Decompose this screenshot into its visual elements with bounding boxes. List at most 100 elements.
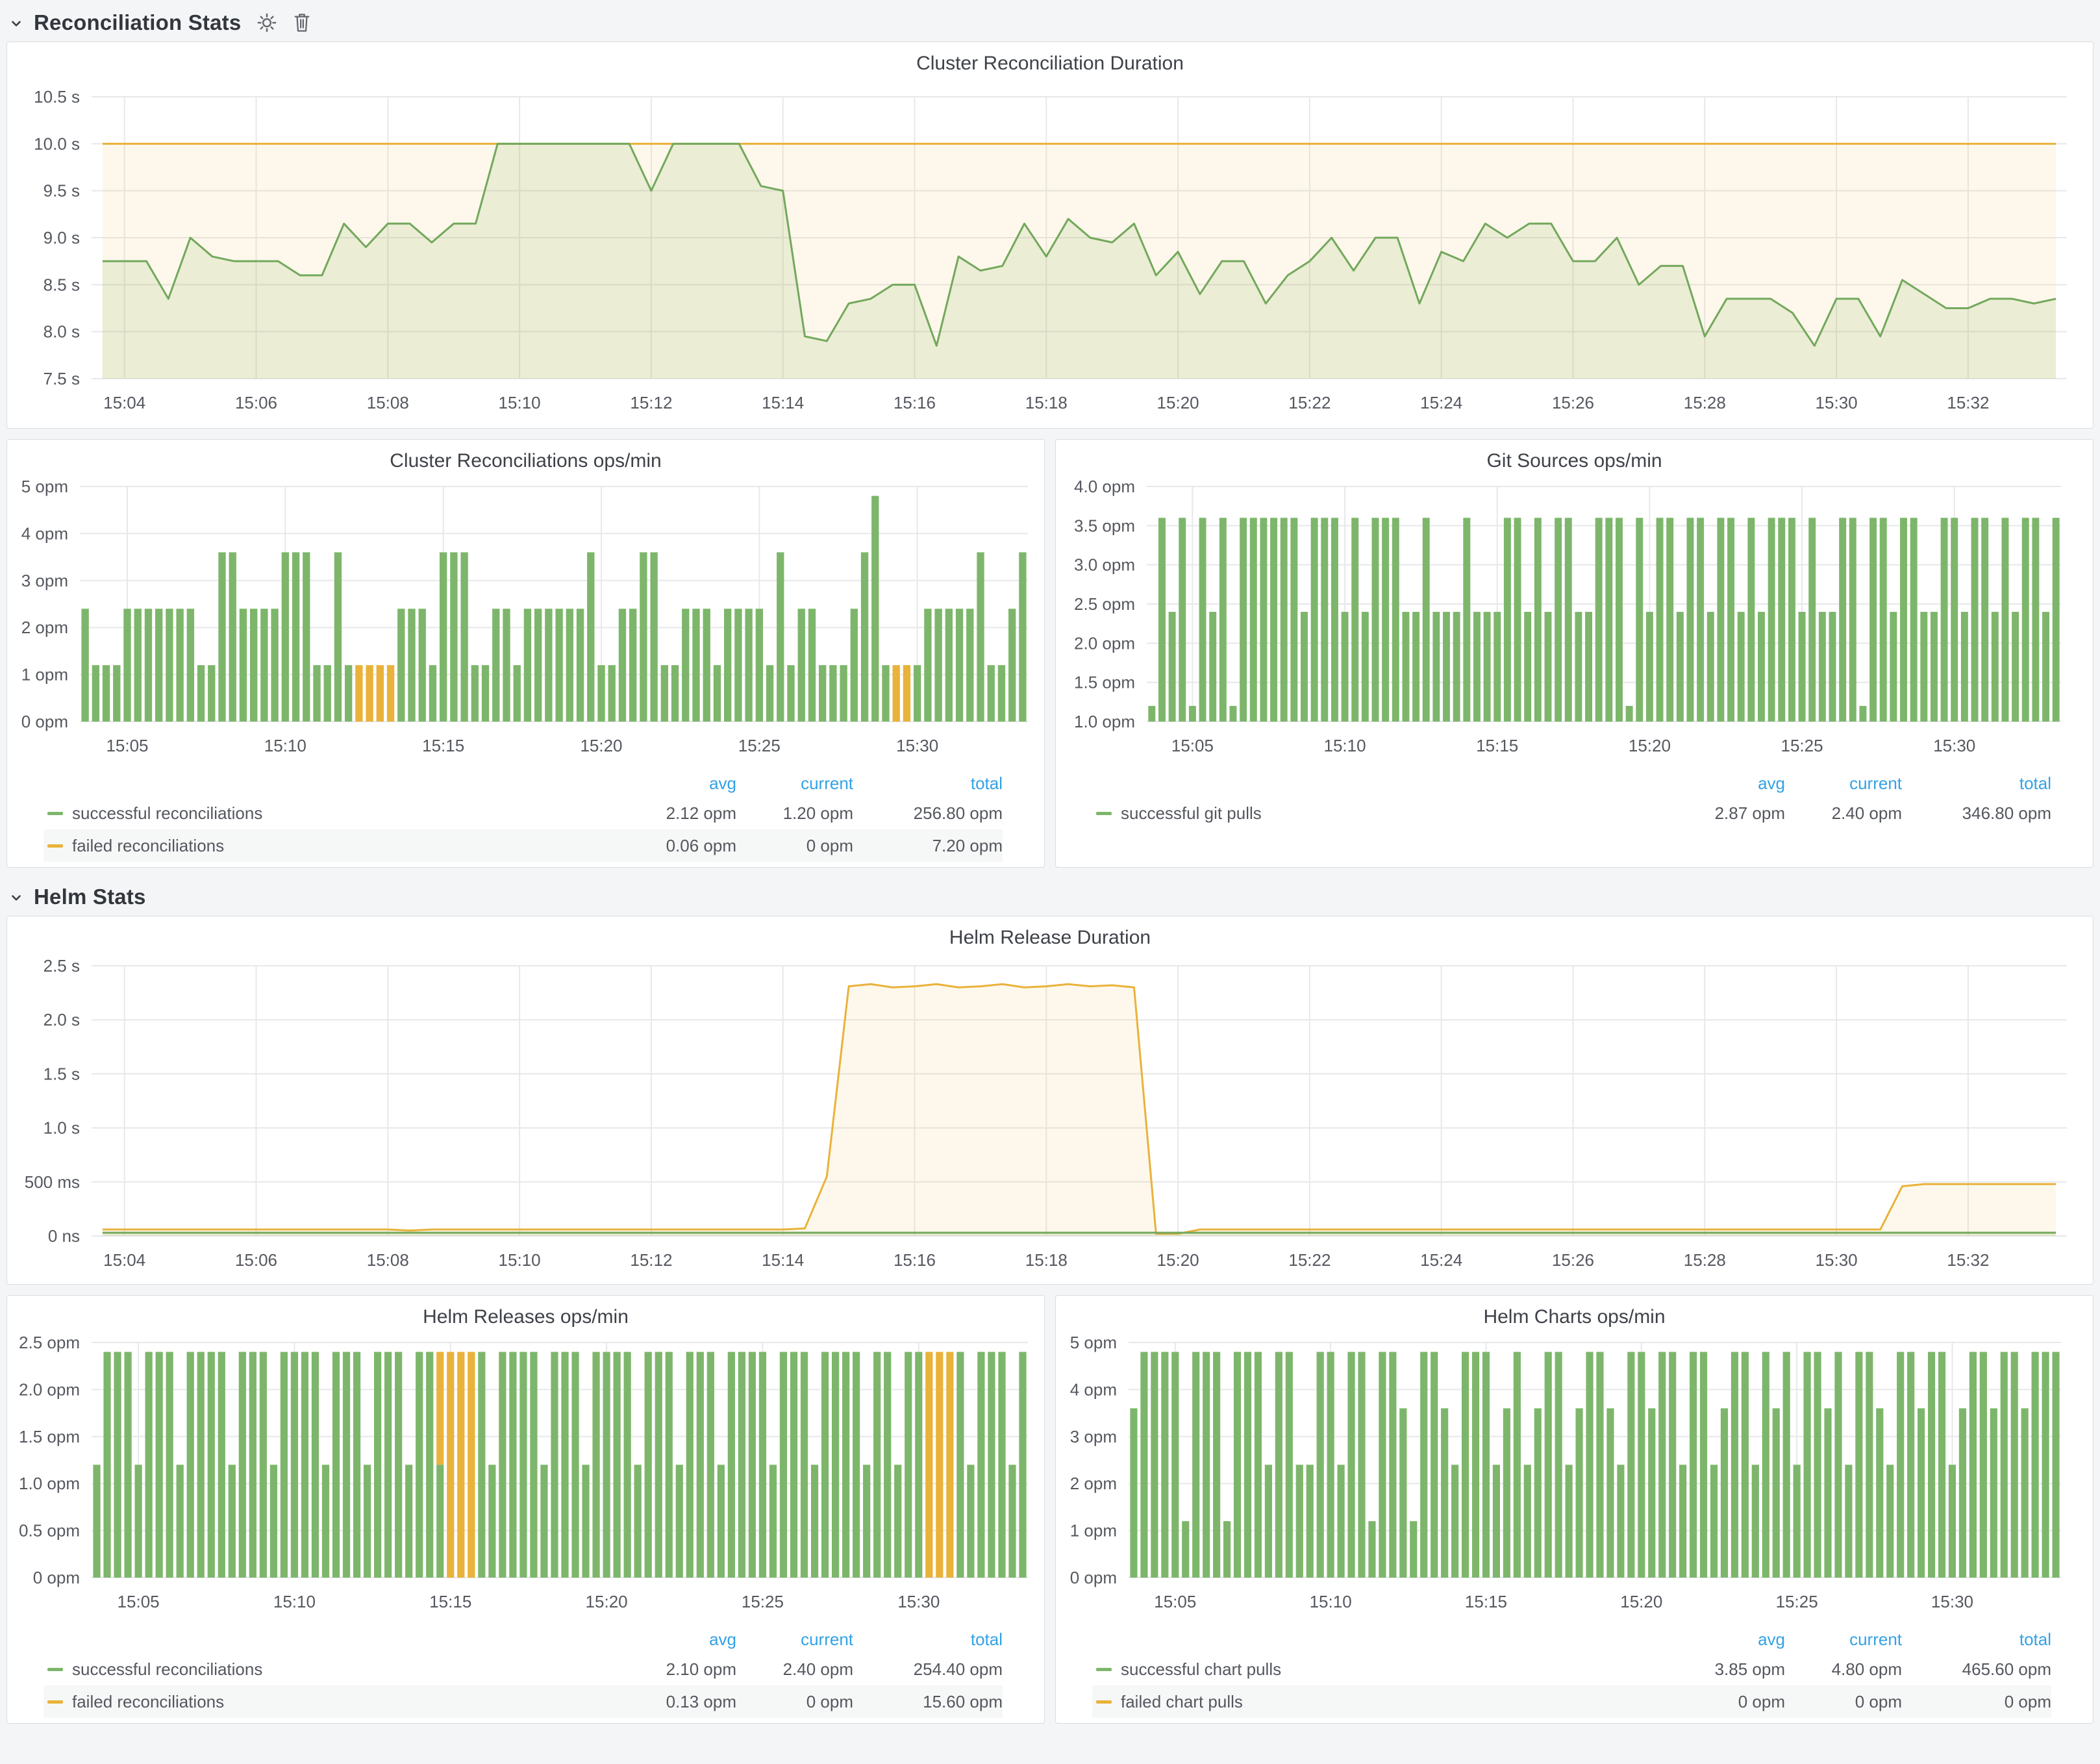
svg-text:15:10: 15:10 bbox=[273, 1592, 316, 1611]
svg-text:15:10: 15:10 bbox=[499, 1250, 541, 1270]
series-label[interactable]: failed reconciliations bbox=[72, 1692, 224, 1712]
svg-text:15:24: 15:24 bbox=[1420, 1250, 1462, 1270]
series-label[interactable]: failed reconciliations bbox=[72, 836, 224, 856]
current-value: 0 opm bbox=[736, 836, 853, 856]
legend-col-total[interactable]: total bbox=[1902, 774, 2051, 794]
panel-helm-release-duration: Helm Release Duration 0 ns500 ms1.0 s1.5… bbox=[6, 916, 2094, 1285]
legend-col-avg[interactable]: avg bbox=[619, 774, 736, 794]
series-label[interactable]: failed chart pulls bbox=[1121, 1692, 1243, 1712]
svg-text:0 opm: 0 opm bbox=[1070, 1568, 1117, 1587]
avg-value: 3.85 opm bbox=[1668, 1659, 1785, 1680]
legend-col-current[interactable]: current bbox=[1785, 774, 1902, 794]
collapse-chevron-icon[interactable] bbox=[9, 17, 23, 31]
svg-text:15:16: 15:16 bbox=[894, 393, 936, 412]
gear-icon[interactable] bbox=[256, 12, 277, 33]
panel-title[interactable]: Helm Releases ops/min bbox=[7, 1296, 1044, 1331]
series-marker-icon bbox=[47, 812, 63, 815]
cluster-reconciliations-chart[interactable]: 0 opm1 opm2 opm3 opm4 opm5 opm15:0515:10… bbox=[7, 475, 1044, 768]
legend-col-total[interactable]: total bbox=[853, 1630, 1003, 1650]
svg-text:1.0 opm: 1.0 opm bbox=[19, 1474, 80, 1493]
svg-text:15:25: 15:25 bbox=[1781, 736, 1823, 755]
legend-header: avg current total bbox=[1092, 1626, 2051, 1653]
series-marker-icon bbox=[1096, 1668, 1112, 1671]
series-label[interactable]: successful reconciliations bbox=[72, 1659, 262, 1680]
svg-text:15:20: 15:20 bbox=[1629, 736, 1671, 755]
svg-text:15:30: 15:30 bbox=[1933, 736, 1975, 755]
svg-text:15:22: 15:22 bbox=[1288, 1250, 1331, 1270]
cluster-reconciliation-duration-chart[interactable]: 7.5 s8.0 s8.5 s9.0 s9.5 s10.0 s10.5 s15:… bbox=[7, 77, 2085, 428]
section-title[interactable]: Reconciliation Stats bbox=[34, 10, 241, 35]
svg-text:1.5 s: 1.5 s bbox=[44, 1064, 80, 1083]
svg-text:3 opm: 3 opm bbox=[1070, 1427, 1117, 1446]
svg-text:2.0 s: 2.0 s bbox=[44, 1010, 80, 1029]
svg-text:15:30: 15:30 bbox=[1816, 393, 1858, 412]
series-marker-icon bbox=[1096, 1700, 1112, 1704]
panel-git-sources: Git Sources ops/min 1.0 opm1.5 opm2.0 op… bbox=[1055, 439, 2094, 868]
svg-text:4 opm: 4 opm bbox=[1070, 1380, 1117, 1399]
legend-col-avg[interactable]: avg bbox=[1668, 1630, 1785, 1650]
legend-row: successful chart pulls 3.85 opm 4.80 opm… bbox=[1092, 1653, 2051, 1685]
svg-text:15:26: 15:26 bbox=[1552, 393, 1594, 412]
panel-helm-releases: Helm Releases ops/min 0 opm0.5 opm1.0 op… bbox=[6, 1295, 1045, 1724]
legend-col-total[interactable]: total bbox=[1902, 1630, 2051, 1650]
section-title[interactable]: Helm Stats bbox=[34, 885, 146, 909]
panel-title[interactable]: Helm Charts ops/min bbox=[1056, 1296, 2093, 1331]
current-value: 2.40 opm bbox=[1785, 803, 1902, 824]
dashboard: Reconciliation Stats Cluster Reconciliat… bbox=[0, 0, 2100, 1724]
svg-text:2.5 opm: 2.5 opm bbox=[1074, 594, 1135, 614]
helm-charts-chart[interactable]: 0 opm1 opm2 opm3 opm4 opm5 opm15:0515:10… bbox=[1056, 1331, 2077, 1624]
total-value: 0 opm bbox=[1902, 1692, 2051, 1712]
svg-text:5 opm: 5 opm bbox=[1070, 1333, 1117, 1352]
total-value: 7.20 opm bbox=[853, 836, 1003, 856]
svg-text:15:30: 15:30 bbox=[1816, 1250, 1858, 1270]
section-header-reconciliation-stats: Reconciliation Stats bbox=[0, 4, 2100, 42]
avg-value: 0.13 opm bbox=[619, 1692, 736, 1712]
svg-text:1 opm: 1 opm bbox=[21, 665, 68, 685]
svg-text:15:05: 15:05 bbox=[106, 736, 148, 755]
legend-col-avg[interactable]: avg bbox=[1668, 774, 1785, 794]
svg-text:8.0 s: 8.0 s bbox=[44, 322, 80, 342]
legend-col-current[interactable]: current bbox=[736, 1630, 853, 1650]
legend: avg current total successful git pulls 2… bbox=[1056, 768, 2093, 835]
svg-text:10.5 s: 10.5 s bbox=[34, 87, 80, 107]
series-label[interactable]: successful reconciliations bbox=[72, 803, 262, 824]
current-value: 4.80 opm bbox=[1785, 1659, 1902, 1680]
legend-col-current[interactable]: current bbox=[736, 774, 853, 794]
legend-col-avg[interactable]: avg bbox=[619, 1630, 736, 1650]
svg-text:15:30: 15:30 bbox=[897, 1592, 940, 1611]
svg-text:15:14: 15:14 bbox=[762, 1250, 804, 1270]
helm-release-duration-chart[interactable]: 0 ns500 ms1.0 s1.5 s2.0 s2.5 s15:0415:06… bbox=[7, 951, 2085, 1284]
panel-title[interactable]: Cluster Reconciliations ops/min bbox=[7, 440, 1044, 475]
panel-title[interactable]: Cluster Reconciliation Duration bbox=[7, 42, 2093, 77]
svg-text:15:10: 15:10 bbox=[264, 736, 306, 755]
svg-text:3.5 opm: 3.5 opm bbox=[1074, 516, 1135, 535]
legend: avg current total successful chart pulls… bbox=[1056, 1624, 2093, 1723]
series-marker-icon bbox=[1096, 812, 1112, 815]
svg-text:1 opm: 1 opm bbox=[1070, 1521, 1117, 1541]
svg-text:5 opm: 5 opm bbox=[21, 477, 68, 496]
trash-icon[interactable] bbox=[293, 12, 311, 33]
avg-value: 2.87 opm bbox=[1668, 803, 1785, 824]
git-sources-chart[interactable]: 1.0 opm1.5 opm2.0 opm2.5 opm3.0 opm3.5 o… bbox=[1056, 475, 2077, 768]
svg-text:15:04: 15:04 bbox=[103, 1250, 145, 1270]
svg-text:4.0 opm: 4.0 opm bbox=[1074, 477, 1135, 496]
legend-col-current[interactable]: current bbox=[1785, 1630, 1902, 1650]
series-label[interactable]: successful chart pulls bbox=[1121, 1659, 1281, 1680]
series-label[interactable]: successful git pulls bbox=[1121, 803, 1262, 824]
svg-text:15:10: 15:10 bbox=[1324, 736, 1366, 755]
helm-releases-chart[interactable]: 0 opm0.5 opm1.0 opm1.5 opm2.0 opm2.5 opm… bbox=[7, 1331, 1044, 1624]
svg-text:2.5 s: 2.5 s bbox=[44, 956, 80, 976]
current-value: 2.40 opm bbox=[736, 1659, 853, 1680]
legend-row: successful git pulls 2.87 opm 2.40 opm 3… bbox=[1092, 797, 2051, 829]
svg-text:15:25: 15:25 bbox=[1776, 1592, 1818, 1611]
svg-text:15:12: 15:12 bbox=[630, 393, 672, 412]
panel-title[interactable]: Git Sources ops/min bbox=[1056, 440, 2093, 475]
svg-text:2 opm: 2 opm bbox=[1070, 1474, 1117, 1493]
svg-text:8.5 s: 8.5 s bbox=[44, 275, 80, 294]
panel-cluster-reconciliation-duration: Cluster Reconciliation Duration 7.5 s8.0… bbox=[6, 42, 2094, 429]
panel-title[interactable]: Helm Release Duration bbox=[7, 916, 2093, 951]
svg-text:15:15: 15:15 bbox=[1476, 736, 1518, 755]
legend-col-total[interactable]: total bbox=[853, 774, 1003, 794]
svg-text:15:22: 15:22 bbox=[1288, 393, 1331, 412]
collapse-chevron-icon[interactable] bbox=[9, 891, 23, 905]
